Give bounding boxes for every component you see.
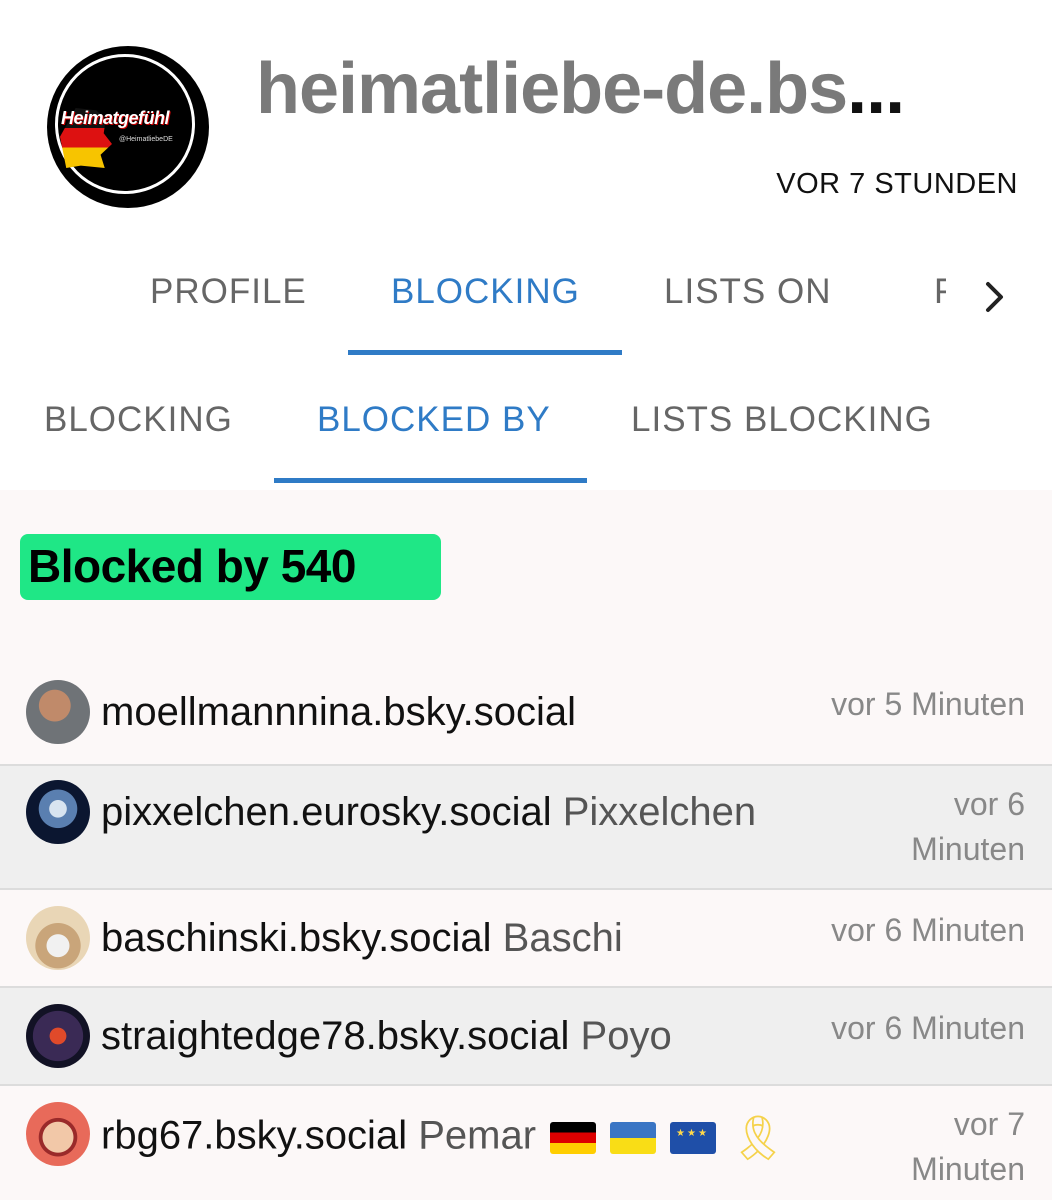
tab-blocking[interactable]: BLOCKING — [391, 272, 580, 312]
list-item[interactable]: moellmannnina.bsky.social vor 5 Minuten — [0, 660, 1052, 764]
row-handle[interactable]: pixxelchen.eurosky.social Pixxelchen — [101, 790, 756, 835]
list-item[interactable]: baschinski.bsky.social Baschi vor 6 Minu… — [0, 888, 1052, 986]
chevron-right-icon[interactable] — [984, 270, 1006, 324]
list-item[interactable]: rbg67.bsky.social Pemar 🎗 vor 7 Minuten — [0, 1084, 1052, 1200]
time-text: vor 7 — [953, 1106, 1025, 1142]
tab-truncated[interactable]: F — [934, 272, 946, 312]
display-name: Baschi — [502, 916, 623, 960]
row-time: vor 5 Minuten — [831, 682, 1025, 727]
list-item[interactable]: straightedge78.bsky.social Poyo vor 6 Mi… — [0, 986, 1052, 1084]
active-tab-indicator — [348, 350, 622, 355]
row-handle[interactable]: straightedge78.bsky.social Poyo — [101, 1014, 672, 1059]
blocked-count-badge: Blocked by 540 — [20, 534, 441, 600]
avatar[interactable] — [26, 680, 90, 744]
display-name: Pemar — [418, 1113, 537, 1158]
flag-ukraine-icon — [610, 1122, 657, 1154]
time-text-line2: Minuten — [911, 831, 1025, 867]
sub-tab-bar: BLOCKING BLOCKED BY LISTS BLOCKING — [0, 378, 1052, 490]
tab-lists-on[interactable]: LISTS ON — [664, 272, 831, 312]
subtab-blocking[interactable]: BLOCKING — [44, 400, 233, 440]
blocked-by-list: Blocked by 540 moellmannnina.bsky.social… — [0, 490, 1052, 1200]
time-text: vor 6 — [953, 786, 1025, 822]
row-handle[interactable]: baschinski.bsky.social Baschi — [101, 916, 623, 961]
row-time: vor 6 Minuten — [911, 782, 1025, 872]
subtab-blocked-by[interactable]: BLOCKED BY — [317, 400, 551, 440]
flag-germany-icon — [550, 1122, 597, 1154]
profile-avatar[interactable]: Heimatgefühl @HeimatliebeDE — [47, 46, 209, 208]
flag-eu-icon — [670, 1122, 717, 1154]
tab-profile[interactable]: PROFILE — [150, 272, 307, 312]
title-ellipsis: ... — [847, 49, 905, 129]
handle-text[interactable]: pixxelchen.eurosky.social — [101, 790, 552, 834]
handle-text[interactable]: rbg67.bsky.social — [101, 1114, 407, 1158]
row-handle[interactable]: moellmannnina.bsky.social — [101, 690, 576, 735]
yellow-ribbon-icon: 🎗 — [730, 1114, 786, 1163]
display-name: Poyo — [580, 1014, 672, 1058]
profile-header: Heimatgefühl @HeimatliebeDE heimatliebe-… — [0, 0, 1052, 230]
avatar-handle-text: @HeimatliebeDE — [119, 136, 173, 143]
row-time: vor 6 Minuten — [831, 908, 1025, 953]
handle-text[interactable]: moellmannnina.bsky.social — [101, 690, 576, 734]
page-title: heimatliebe-de.bs... — [256, 48, 1026, 130]
row-handle[interactable]: rbg67.bsky.social Pemar 🎗 — [101, 1112, 786, 1164]
handle-text[interactable]: baschinski.bsky.social — [101, 916, 492, 960]
display-name: Pixxelchen — [562, 790, 757, 834]
handle-text[interactable]: straightedge78.bsky.social — [101, 1014, 569, 1058]
time-text: vor 6 Minuten — [831, 912, 1025, 948]
updated-timestamp: VOR 7 STUNDEN — [776, 168, 1018, 200]
profile-handle-title: heimatliebe-de.bs — [256, 49, 848, 129]
list-item[interactable]: pixxelchen.eurosky.social Pixxelchen vor… — [0, 764, 1052, 888]
avatar[interactable] — [26, 1102, 90, 1166]
avatar[interactable] — [26, 906, 90, 970]
avatar[interactable] — [26, 1004, 90, 1068]
avatar-brand-text: Heimatgefühl — [61, 108, 170, 128]
row-time: vor 7 Minuten — [911, 1102, 1025, 1192]
row-time: vor 6 Minuten — [831, 1006, 1025, 1051]
time-text-line2: Minuten — [911, 1151, 1025, 1187]
active-subtab-indicator — [274, 478, 587, 483]
time-text: vor 6 Minuten — [831, 1010, 1025, 1046]
main-tab-bar: PROFILE BLOCKING LISTS ON F — [0, 250, 1052, 360]
avatar[interactable] — [26, 780, 90, 844]
subtab-lists-blocking[interactable]: LISTS BLOCKING — [631, 400, 933, 440]
time-text: vor 5 Minuten — [831, 686, 1025, 722]
